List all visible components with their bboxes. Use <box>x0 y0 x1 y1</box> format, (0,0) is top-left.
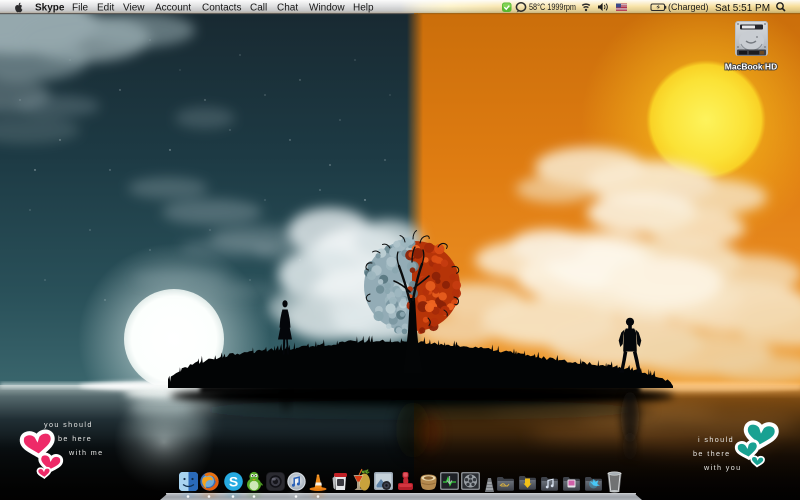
svg-text:View: View <box>123 3 145 14</box>
svg-text:be here: be here <box>58 434 92 443</box>
svg-text:58°C 1999rpm: 58°C 1999rpm <box>529 2 576 12</box>
svg-text:be there: be there <box>693 449 731 458</box>
svg-text:with me: with me <box>68 448 104 457</box>
svg-text:File: File <box>72 3 89 14</box>
svg-text:S: S <box>229 474 238 490</box>
svg-text:Chat: Chat <box>277 3 298 14</box>
svg-text:i should: i should <box>698 435 734 444</box>
svg-text:Account: Account <box>155 3 191 14</box>
svg-text:Help: Help <box>353 3 374 14</box>
svg-text:with you: with you <box>703 463 742 472</box>
svg-text:Sat 5:51 PM: Sat 5:51 PM <box>715 3 770 14</box>
svg-text:Contacts: Contacts <box>202 3 241 14</box>
svg-text:Edit: Edit <box>97 3 114 14</box>
svg-text:(Charged): (Charged) <box>668 2 709 12</box>
svg-text:MacBook HD: MacBook HD <box>725 62 777 72</box>
svg-text:Call: Call <box>250 3 267 14</box>
svg-text:Skype: Skype <box>35 3 65 14</box>
svg-text:Window: Window <box>309 3 345 14</box>
svg-text:you should: you should <box>44 420 93 429</box>
